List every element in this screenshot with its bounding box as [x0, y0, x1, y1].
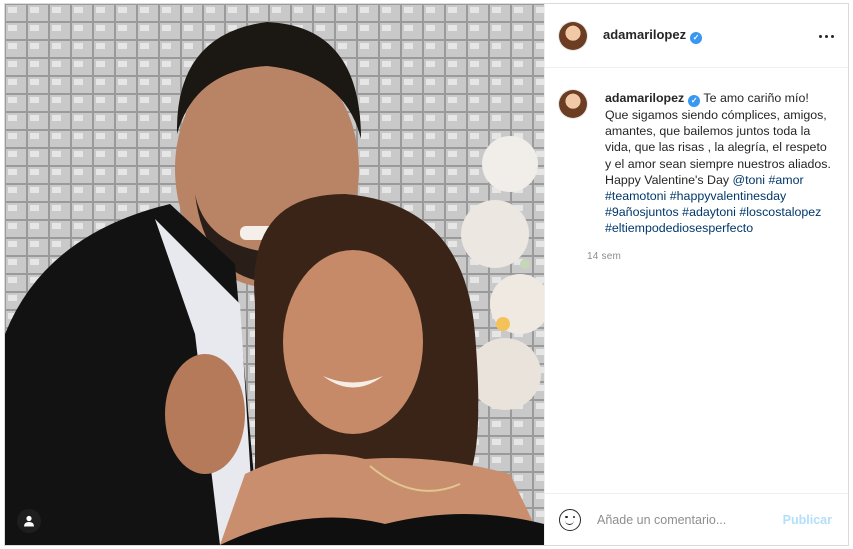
comment-bar: Publicar — [545, 493, 848, 545]
hashtag-link[interactable]: #happyvalentinesday — [670, 189, 786, 203]
post-sidebar: adamarilopez ✓ adamarilopez ✓ Te amo cariñ… — [544, 4, 848, 545]
caption-username[interactable]: adamarilopez — [605, 91, 684, 105]
post-photo[interactable] — [5, 4, 544, 545]
hashtag-link[interactable]: #9añosjuntos — [605, 205, 679, 219]
hashtag-link[interactable]: #loscostalopez — [739, 205, 821, 219]
verified-badge-icon: ✓ — [690, 32, 703, 44]
couple-photo — [5, 4, 544, 545]
emoji-icon[interactable] — [559, 508, 581, 531]
tagged-users-button[interactable] — [17, 509, 41, 533]
header-username[interactable]: adamarilopez ✓ — [603, 27, 703, 44]
post-card: adamarilopez ✓ adamarilopez ✓ Te amo cariñ… — [4, 3, 849, 546]
hashtag-link[interactable]: #amor — [769, 173, 804, 187]
caption-block: adamarilopez ✓ Te amo cariño mío! Que sig… — [559, 90, 839, 262]
hashtag-link[interactable]: #adaytoni — [682, 205, 736, 219]
hashtag-link[interactable]: #eltiempodediosesperfecto — [605, 221, 753, 235]
user-icon — [24, 515, 34, 527]
comment-input[interactable] — [595, 511, 779, 528]
caption: adamarilopez ✓ Te amo cariño mío! Que sig… — [605, 90, 831, 237]
mention-link[interactable]: @toni — [733, 173, 766, 187]
post-timestamp[interactable]: 14 sem — [587, 251, 831, 262]
hashtag-link[interactable]: #teamotoni — [605, 189, 666, 203]
caption-avatar[interactable] — [559, 90, 587, 118]
caption-verified-badge-icon: ✓ — [688, 95, 701, 107]
header-username-text[interactable]: adamarilopez — [603, 27, 686, 42]
more-options-icon[interactable] — [816, 26, 836, 46]
post-header: adamarilopez ✓ — [545, 4, 848, 68]
publish-button[interactable]: Publicar — [783, 513, 832, 527]
avatar[interactable] — [559, 21, 587, 50]
